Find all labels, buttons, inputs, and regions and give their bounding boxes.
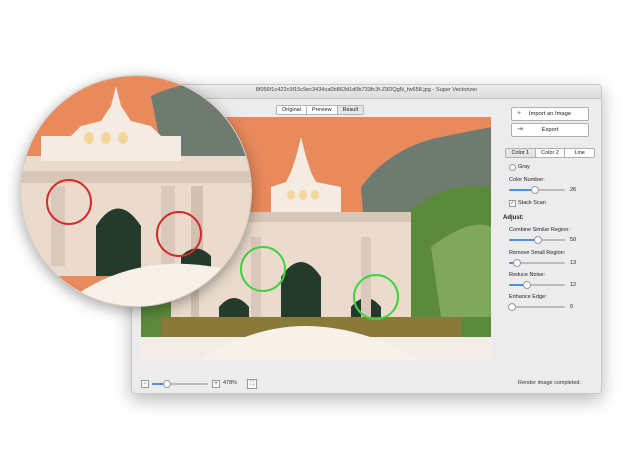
import-image-label: Import an Image (528, 111, 572, 117)
view-mode-preview[interactable]: Preview (307, 106, 338, 114)
combine-region-slider-fill (509, 239, 537, 241)
combine-region-value: 50 (570, 237, 577, 243)
combine-region-slider-knob[interactable] (534, 236, 542, 244)
reduce-noise-value: 12 (570, 282, 577, 288)
enhance-edge-slider[interactable] (509, 306, 565, 308)
status-text: Render image completed. (518, 380, 581, 386)
combine-region-label: Combine Similar Region: (509, 227, 570, 233)
zoom-slider-knob[interactable] (163, 380, 171, 388)
view-mode-original[interactable]: Original (277, 106, 307, 114)
zoom-out-button[interactable]: − (141, 380, 149, 388)
color-mode-tabs: Color 1 Color 2 Line (505, 148, 595, 158)
export-label: Export (541, 127, 559, 133)
color-number-label: Color Number: (509, 177, 545, 183)
plus-icon: + (517, 110, 522, 117)
gray-radio[interactable] (509, 164, 516, 171)
stack-scan-checkbox[interactable]: ✓ (509, 200, 516, 207)
window-oval-3 (311, 190, 319, 200)
window-title: 8f056f1c422c9f15c9ec3434ca0b863d1d0b733f… (255, 87, 478, 93)
reduce-noise-slider-knob[interactable] (523, 281, 531, 289)
tab-color-2[interactable]: Color 2 (536, 149, 566, 157)
magnifier-lens (20, 75, 252, 307)
view-mode-segmented-control: Original Preview Result (276, 105, 365, 115)
mag-window-oval-1 (84, 132, 94, 144)
enhance-edge-label: Enhance Edge: (509, 294, 547, 300)
magnified-image (21, 76, 251, 306)
color-number-slider-knob[interactable] (531, 186, 539, 194)
mag-pillar-1 (51, 186, 65, 266)
mag-window-oval-3 (118, 132, 128, 144)
import-image-button[interactable]: + Import an Image (511, 107, 589, 121)
fit-screen-icon[interactable]: ⛶ (247, 379, 257, 389)
mag-cornice (21, 171, 251, 183)
mag-window-oval-2 (101, 132, 111, 144)
gray-label: Gray (518, 164, 530, 170)
stack-scan-label: Stack Scan (518, 200, 546, 206)
view-mode-result[interactable]: Result (337, 106, 364, 114)
window-oval-2 (299, 190, 307, 200)
export-button[interactable]: ⇥ Export (511, 123, 589, 137)
remove-region-label: Remove Small Region: (509, 250, 566, 256)
color-number-value: 26 (570, 187, 577, 193)
remove-region-value: 13 (570, 260, 577, 266)
enhance-edge-slider-knob[interactable] (508, 303, 516, 311)
enhance-edge-value: 0 (570, 304, 574, 310)
adjust-heading: Adjust: (503, 215, 524, 221)
settings-panel: + Import an Image ⇥ Export Color 1 Color… (501, 103, 595, 373)
remove-region-slider-knob[interactable] (513, 259, 521, 267)
export-icon: ⇥ (517, 126, 523, 133)
reduce-noise-label: Reduce Noise: (509, 272, 546, 278)
tab-color-1[interactable]: Color 1 (506, 149, 536, 157)
bottom-bar: − + 478% ⛶ Render image completed. (132, 374, 601, 393)
tab-line[interactable]: Line (565, 149, 594, 157)
window-oval-1 (287, 190, 295, 200)
zoom-in-button[interactable]: + (212, 380, 220, 388)
zoom-value: 478% (223, 380, 238, 386)
mag-main-arch (96, 208, 141, 276)
